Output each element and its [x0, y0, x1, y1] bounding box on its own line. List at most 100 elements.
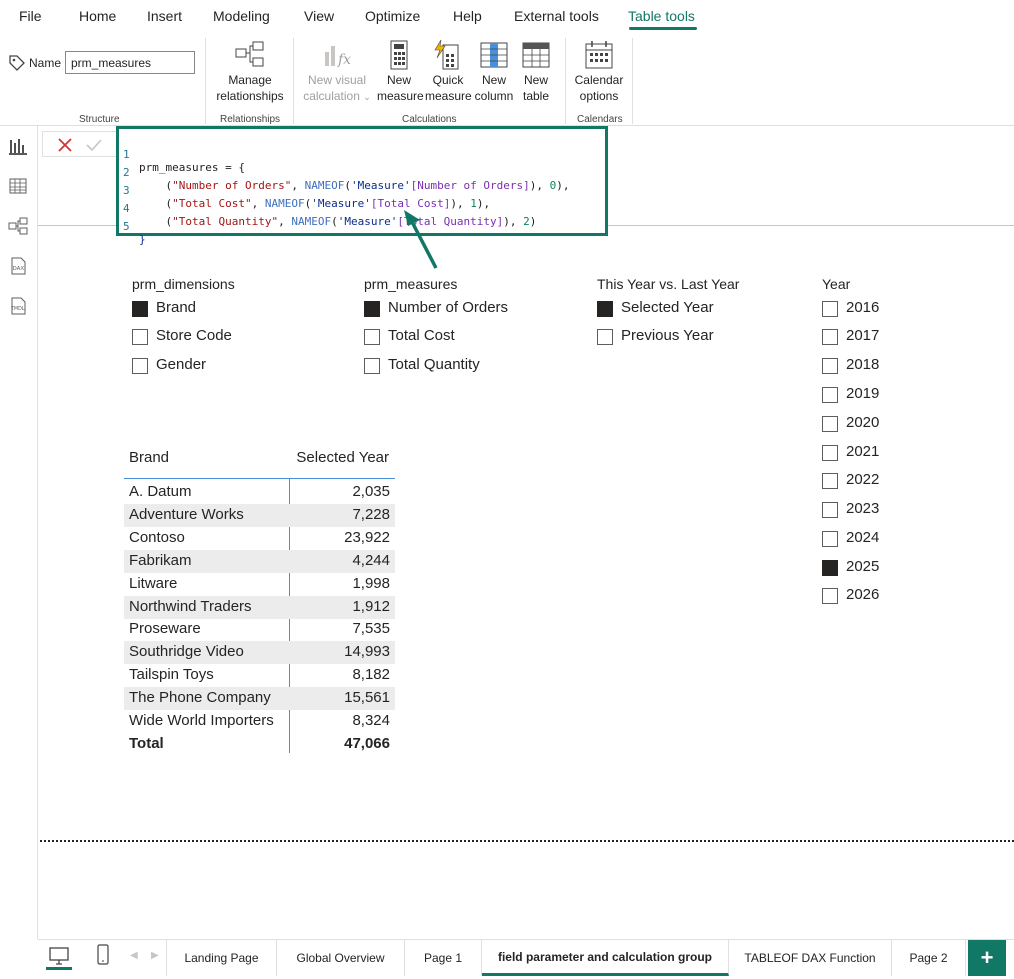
- new-visual-calculation-button: fx New visual calculation ⌄: [302, 40, 372, 105]
- menu-external-tools[interactable]: External tools: [514, 8, 599, 24]
- menu-home[interactable]: Home: [79, 8, 116, 24]
- tmdl-view-icon[interactable]: TMDL: [8, 296, 28, 316]
- slicer-title: This Year vs. Last Year: [597, 276, 740, 292]
- page-tab-active[interactable]: field parameter and calculation group: [482, 940, 729, 976]
- checkbox[interactable]: [822, 445, 838, 461]
- checkbox[interactable]: [364, 358, 380, 374]
- name-label: Name: [29, 56, 62, 70]
- table-row[interactable]: The Phone Company 15,561: [124, 687, 395, 710]
- dax-query-view-icon[interactable]: DAX: [8, 256, 28, 276]
- checkbox[interactable]: [822, 560, 838, 576]
- svg-text:fx: fx: [337, 52, 351, 68]
- menu-optimize[interactable]: Optimize: [365, 8, 420, 24]
- table-row[interactable]: Adventure Works 7,228: [124, 504, 395, 527]
- checkbox[interactable]: [132, 329, 148, 345]
- checkbox[interactable]: [822, 502, 838, 518]
- menu-table-tools[interactable]: Table tools: [628, 8, 695, 24]
- table-row[interactable]: Wide World Importers 8,324: [124, 710, 395, 733]
- calculator-icon: [390, 40, 408, 70]
- table-row[interactable]: Litware 1,998: [124, 573, 395, 596]
- header-divider: [124, 478, 395, 479]
- column-header-brand[interactable]: Brand: [129, 449, 169, 466]
- svg-text:TMDL: TMDL: [10, 306, 25, 312]
- group-label-structure: Structure: [79, 114, 120, 125]
- code-line: 1 prm_measures = {: [123, 148, 245, 174]
- layout-active-indicator: [46, 967, 72, 970]
- table-row[interactable]: Contoso 23,922: [124, 527, 395, 550]
- table-row[interactable]: A. Datum 2,035: [124, 481, 395, 504]
- commit-check-icon[interactable]: [85, 137, 103, 153]
- tag-icon: [9, 55, 25, 71]
- code-line: 5 }: [123, 220, 146, 246]
- code-line: 3 ("Total Cost", NAMEOF('Measure'[Total …: [123, 184, 491, 210]
- table-row[interactable]: Fabrikam 4,244: [124, 550, 395, 573]
- checkbox[interactable]: [822, 531, 838, 547]
- page-tab[interactable]: Landing Page: [167, 940, 277, 976]
- chevron-down-icon: ⌄: [363, 92, 371, 102]
- mobile-layout-icon[interactable]: [96, 944, 110, 966]
- table-row[interactable]: Tailspin Toys 8,182: [124, 664, 395, 687]
- page-boundary: [40, 840, 1014, 842]
- checkbox[interactable]: [822, 387, 838, 403]
- table-row[interactable]: Proseware 7,535: [124, 618, 395, 641]
- checkbox[interactable]: [822, 588, 838, 604]
- checkbox[interactable]: [822, 416, 838, 432]
- checkbox[interactable]: [822, 301, 838, 317]
- checkbox[interactable]: [132, 358, 148, 374]
- checkbox[interactable]: [597, 329, 613, 345]
- code-line: 2 ("Number of Orders", NAMEOF('Measure'[…: [123, 166, 570, 192]
- checkbox[interactable]: [364, 329, 380, 345]
- slicer-title: Year: [822, 276, 851, 292]
- view-sidebar: DAX TMDL: [0, 126, 38, 939]
- column-icon: [480, 42, 508, 68]
- group-label-relationships: Relationships: [220, 114, 281, 125]
- table-total-row[interactable]: Total 47,066: [124, 733, 395, 756]
- table-row[interactable]: Northwind Traders 1,912: [124, 596, 395, 619]
- page-tab[interactable]: Page 2: [892, 940, 966, 976]
- menu-modeling[interactable]: Modeling: [213, 8, 270, 24]
- page-tab[interactable]: Global Overview: [277, 940, 405, 976]
- table-view-icon[interactable]: [8, 176, 28, 196]
- cancel-icon[interactable]: [57, 137, 73, 153]
- checkbox[interactable]: [132, 301, 148, 317]
- calendar-options-button[interactable]: Calendar options: [572, 40, 626, 104]
- scroll-left-icon[interactable]: ◀: [130, 950, 138, 961]
- page-tab[interactable]: TABLEOF DAX Function: [729, 940, 892, 976]
- add-page-button[interactable]: +: [968, 940, 1006, 976]
- desktop-layout-icon[interactable]: [48, 946, 70, 966]
- menu-bar: File Home Insert Modeling View Optimize …: [0, 0, 1014, 34]
- manage-relationships-button[interactable]: Manage relationships: [214, 40, 286, 104]
- new-column-button[interactable]: New column: [473, 40, 515, 104]
- active-menu-indicator: [629, 27, 697, 30]
- checkbox[interactable]: [822, 329, 838, 345]
- scroll-right-icon[interactable]: ▶: [151, 950, 159, 961]
- menu-file[interactable]: File: [19, 8, 42, 24]
- checkbox[interactable]: [597, 301, 613, 317]
- model-view-icon[interactable]: [8, 216, 28, 236]
- menu-insert[interactable]: Insert: [147, 8, 182, 24]
- new-measure-button[interactable]: New measure: [377, 40, 424, 104]
- group-separator: [632, 38, 633, 124]
- checkbox[interactable]: [822, 358, 838, 374]
- new-table-button[interactable]: New table: [518, 40, 554, 104]
- menu-help[interactable]: Help: [453, 8, 482, 24]
- quick-measure-icon: [434, 40, 459, 70]
- column-header-selected-year[interactable]: Selected Year: [296, 449, 389, 466]
- group-separator: [293, 38, 294, 124]
- formula-bar: 1 prm_measures = { 2 ("Number of Orders"…: [38, 126, 1014, 246]
- name-input[interactable]: prm_measures: [65, 51, 195, 74]
- svg-text:DAX: DAX: [13, 266, 25, 272]
- group-separator: [205, 38, 206, 124]
- group-label-calculations: Calculations: [402, 114, 457, 125]
- table-row[interactable]: Southridge Video 14,993: [124, 641, 395, 664]
- group-label-calendars: Calendars: [577, 114, 623, 125]
- checkbox[interactable]: [822, 473, 838, 489]
- dax-formula-editor[interactable]: 1 prm_measures = { 2 ("Number of Orders"…: [116, 126, 608, 246]
- page-tab[interactable]: Page 1: [405, 940, 482, 976]
- visual-calculation-icon: fx: [325, 46, 351, 68]
- quick-measure-button[interactable]: Quick measure: [425, 40, 472, 104]
- checkbox[interactable]: [364, 301, 380, 317]
- menu-view[interactable]: View: [304, 8, 334, 24]
- page-tabs-bar: ◀ ▶ Landing Page Global Overview Page 1 …: [38, 939, 1014, 979]
- report-view-icon[interactable]: [8, 136, 28, 156]
